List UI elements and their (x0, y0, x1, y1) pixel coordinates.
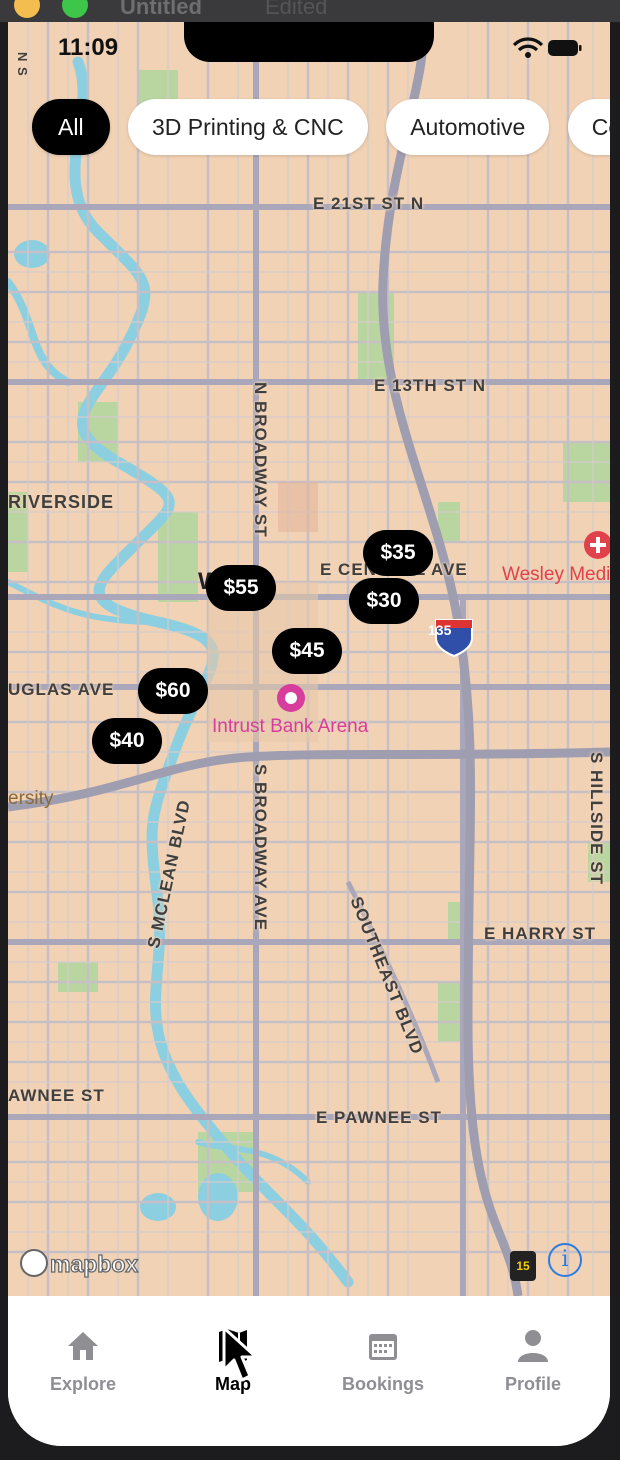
mapbox-attribution-logo[interactable]: mapbox (20, 1249, 139, 1279)
street-e-pawnee: E PAWNEE ST (316, 1108, 442, 1127)
home-icon (8, 1326, 158, 1366)
tab-bookings[interactable]: Bookings (308, 1326, 458, 1395)
device-notch (184, 22, 434, 62)
street-e-13th: E 13TH ST N (374, 376, 487, 395)
chip-ceramics[interactable]: Cer (567, 99, 610, 155)
area-riverside: RIVERSIDE (8, 492, 115, 512)
bottom-tab-bar: Explore Map Bookings Profile (8, 1296, 610, 1446)
tab-profile[interactable]: Profile (458, 1326, 608, 1395)
street-e-21st: E 21ST ST N (313, 194, 425, 213)
price-pin[interactable]: $40 (92, 718, 162, 764)
status-time: 11:09 (58, 34, 119, 61)
price-pin[interactable]: $45 (272, 628, 342, 674)
price-pin[interactable]: $55 (206, 565, 276, 611)
route-15-shield: 15 (510, 1251, 536, 1281)
street-s-hillside: S HILLSIDE ST (587, 752, 606, 885)
calendar-icon (308, 1326, 458, 1366)
street-n-broadway: N BROADWAY ST (251, 382, 270, 538)
chip-3d-printing[interactable]: 3D Printing & CNC (128, 99, 368, 155)
mapbox-mark-icon (20, 1249, 48, 1277)
interstate-number: 135 (428, 622, 452, 638)
price-pin[interactable]: $30 (349, 578, 419, 624)
battery-icon (548, 40, 582, 56)
window-subtitle: Edited (265, 0, 328, 19)
status-icons (512, 36, 582, 65)
street-s-broadway: S BROADWAY AVE (251, 764, 270, 932)
wifi-icon (512, 37, 544, 58)
map-info-button[interactable]: i (548, 1243, 582, 1277)
street-e-harry: E HARRY ST (484, 924, 597, 943)
price-pin[interactable]: $35 (363, 530, 433, 576)
street-n-fragment: N S (15, 52, 30, 77)
mouse-cursor-icon (222, 1326, 262, 1391)
poi-intrust-bank-arena[interactable]: Intrust Bank Arena (212, 716, 368, 738)
map-view[interactable]: 135 E 21ST ST N E 13TH ST N N BROADWAY S… (8, 22, 610, 1296)
category-chips: All 3D Printing & CNC Automotive Cer (32, 99, 610, 157)
window-titlebar: Untitled Edited (0, 0, 620, 22)
chip-automotive[interactable]: Automotive (386, 99, 550, 155)
minimize-window-icon[interactable] (14, 0, 40, 18)
person-icon (458, 1326, 608, 1366)
street-douglas: UGLAS AVE (8, 680, 115, 699)
poi-university[interactable]: ersity (8, 788, 53, 810)
chip-all[interactable]: All (32, 99, 110, 155)
window-title: Untitled (120, 0, 202, 19)
poi-wesley-medical[interactable]: Wesley Medi (502, 564, 610, 586)
tab-explore[interactable]: Explore (8, 1326, 158, 1395)
street-w-pawnee: AWNEE ST (8, 1086, 105, 1105)
phone-screen: 135 E 21ST ST N E 13TH ST N N BROADWAY S… (8, 22, 610, 1446)
zoom-window-icon[interactable] (62, 0, 88, 18)
price-pin[interactable]: $60 (138, 668, 208, 714)
